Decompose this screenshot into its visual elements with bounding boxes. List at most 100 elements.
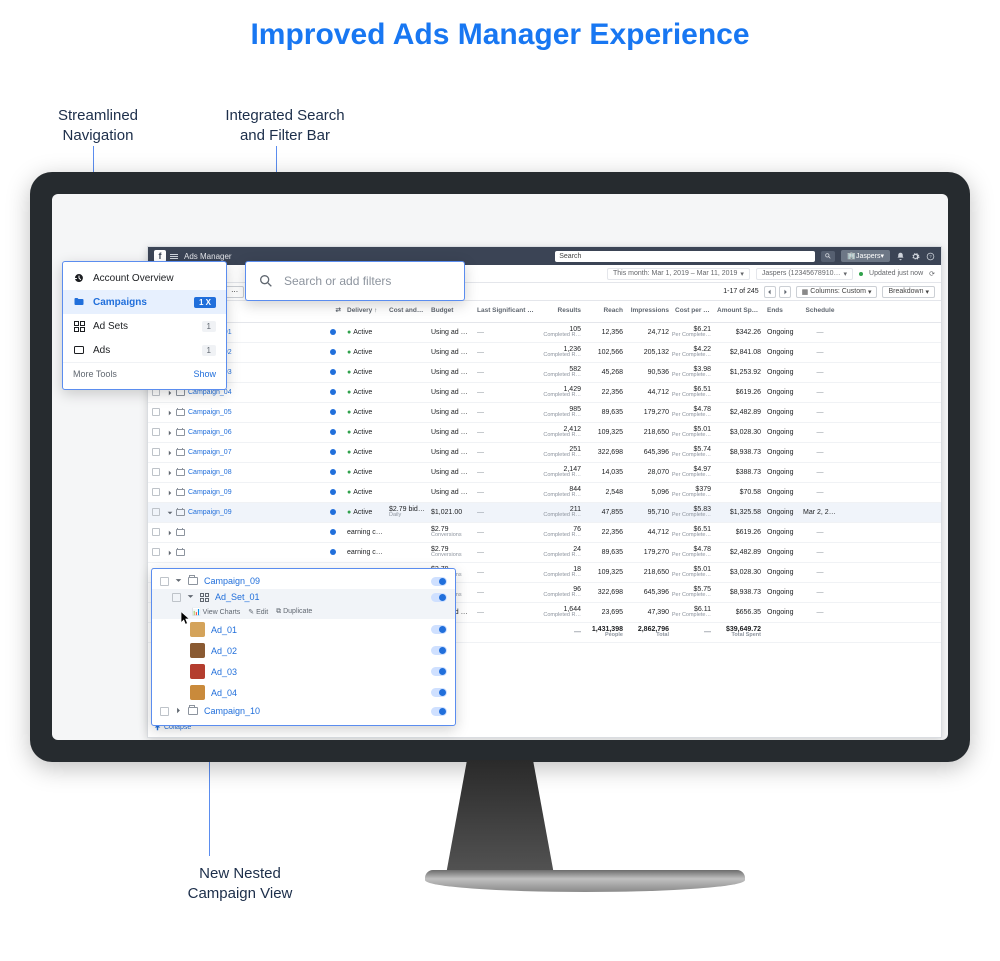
campaign-name[interactable]: Campaign_10 [204, 706, 260, 716]
status-toggle[interactable] [330, 369, 336, 375]
campaign-name-link[interactable]: Campaign_08 [188, 469, 232, 476]
status-toggle[interactable] [431, 707, 447, 716]
settings-gear-icon[interactable] [911, 252, 920, 261]
col-schedule[interactable]: Schedule [800, 306, 840, 317]
table-row[interactable]: Campaign_08 ●Active Using ad s… — 2,147C… [148, 463, 941, 483]
sidebar-show-link[interactable]: Show [193, 369, 216, 379]
row-checkbox[interactable] [152, 448, 160, 456]
status-toggle[interactable] [330, 409, 336, 415]
status-toggle[interactable] [431, 667, 447, 676]
row-checkbox[interactable] [152, 548, 160, 556]
status-toggle[interactable] [330, 329, 336, 335]
table-row[interactable]: Campaign_05 ●Active Using ad s… — 985Com… [148, 403, 941, 423]
menu-icon[interactable] [170, 254, 178, 259]
nested-adset-row[interactable]: Ad_Set_01 📊 View Charts ✎ Edit ⧉ Duplica… [152, 589, 455, 619]
col-reach[interactable]: Reach [584, 306, 626, 317]
col-last-edit[interactable]: Last Significant Edit [474, 306, 538, 317]
breakdown-dropdown[interactable]: Breakdown ▾ [882, 286, 935, 298]
nested-ad-row[interactable]: Ad_03 [152, 661, 455, 682]
chevron-down-icon[interactable] [167, 510, 173, 516]
ad-name[interactable]: Ad_04 [211, 688, 237, 698]
table-row[interactable]: earning complete $2.79Conversions — 76Co… [148, 523, 941, 543]
status-toggle[interactable] [330, 429, 336, 435]
edit-link[interactable]: ✎ Edit [248, 608, 268, 616]
ad-name[interactable]: Ad_02 [211, 646, 237, 656]
campaign-name-link[interactable]: Campaign_09 [188, 509, 232, 516]
table-row[interactable]: Campaign_09 ●Active $2.79 bid capDaily $… [148, 503, 941, 523]
status-toggle[interactable] [431, 593, 447, 602]
chevron-right-icon[interactable] [175, 706, 182, 716]
status-toggle[interactable] [330, 349, 336, 355]
status-toggle[interactable] [330, 549, 336, 555]
status-toggle[interactable] [431, 625, 447, 634]
col-impressions[interactable]: Impressions [626, 306, 672, 317]
campaign-name[interactable]: Campaign_09 [204, 576, 260, 586]
campaign-name-link[interactable]: Campaign_05 [188, 409, 232, 416]
search-submit-button[interactable] [821, 251, 835, 262]
columns-dropdown[interactable]: ▦ Columns: Custom ▾ [796, 286, 878, 298]
chevron-right-icon[interactable] [167, 470, 173, 476]
nested-ad-row[interactable]: Ad_04 [152, 682, 455, 703]
sidebar-adsets[interactable]: Ad Sets 1 [63, 314, 226, 338]
adset-name[interactable]: Ad_Set_01 [215, 592, 260, 602]
status-toggle[interactable] [330, 529, 336, 535]
sidebar-campaigns[interactable]: Campaigns 1 X [63, 290, 226, 314]
global-search-input[interactable]: Search [555, 251, 815, 262]
date-range-picker[interactable]: This month: Mar 1, 2019 – Mar 11, 2019 ▾ [607, 268, 750, 280]
row-checkbox[interactable] [160, 577, 169, 586]
duplicate-link[interactable]: ⧉ Duplicate [276, 608, 312, 616]
table-row[interactable]: Campaign_09 ●Active Using ad s… — 844Com… [148, 483, 941, 503]
row-checkbox[interactable] [160, 707, 169, 716]
table-row[interactable]: Campaign_07 ●Active Using ad s… — 251Com… [148, 443, 941, 463]
col-delivery[interactable]: Delivery ↑ [344, 306, 386, 317]
row-checkbox[interactable] [172, 593, 181, 602]
col-ends[interactable]: Ends [764, 306, 800, 317]
status-toggle[interactable] [330, 489, 336, 495]
status-toggle[interactable] [431, 646, 447, 655]
row-checkbox[interactable] [152, 408, 160, 416]
nested-campaign-row[interactable]: Campaign_09 [152, 573, 455, 589]
chevron-right-icon[interactable] [167, 550, 173, 556]
campaign-name-link[interactable]: Campaign_06 [188, 429, 232, 436]
chevron-right-icon[interactable] [167, 530, 173, 536]
ad-name[interactable]: Ad_01 [211, 625, 237, 635]
chevron-right-icon[interactable] [167, 490, 173, 496]
row-checkbox[interactable] [152, 528, 160, 536]
chevron-right-icon[interactable] [167, 430, 173, 436]
row-checkbox[interactable] [152, 468, 160, 476]
search-filter-bar[interactable]: Search or add filters [245, 261, 465, 301]
table-row[interactable]: Campaign_03 ●Active Using ad s… — 582Com… [148, 363, 941, 383]
more-actions-button[interactable]: ⋯ [225, 286, 244, 298]
col-budget[interactable]: Budget [428, 306, 474, 317]
col-cpr[interactable]: Cost per Result [672, 306, 714, 317]
pager-prev-button[interactable] [764, 286, 776, 298]
sidebar-badge[interactable]: 1 X [194, 297, 216, 308]
row-checkbox[interactable] [152, 428, 160, 436]
status-toggle[interactable] [431, 688, 447, 697]
campaign-name-link[interactable]: Campaign_07 [188, 449, 232, 456]
status-toggle[interactable] [330, 389, 336, 395]
campaign-name-link[interactable]: Campaign_04 [188, 389, 232, 396]
table-row[interactable]: Campaign_01 ●Active Using ad s… — 105Com… [148, 323, 941, 343]
table-row[interactable]: Campaign_02 ●Active Using ad s… — 1,236C… [148, 343, 941, 363]
chevron-right-icon[interactable] [167, 450, 173, 456]
chevron-right-icon[interactable] [167, 390, 173, 396]
col-results[interactable]: Results [538, 306, 584, 317]
sidebar-ads[interactable]: Ads 1 [63, 338, 226, 362]
view-charts-link[interactable]: 📊 View Charts [192, 608, 240, 616]
table-row[interactable]: Campaign_04 ●Active Using ad s… — 1,429C… [148, 383, 941, 403]
help-icon[interactable]: ? [926, 252, 935, 261]
col-cost-roas[interactable]: Cost and ROAS Controls [386, 306, 428, 317]
pager-next-button[interactable] [779, 286, 791, 298]
row-checkbox[interactable] [152, 488, 160, 496]
chevron-down-icon[interactable] [175, 576, 182, 586]
refresh-icon[interactable]: ⟳ [929, 270, 935, 278]
account-switcher[interactable]: 🏢 Jaspers ▾ [841, 250, 890, 262]
status-toggle[interactable] [330, 509, 336, 515]
nested-campaign-row[interactable]: Campaign_10 [152, 703, 455, 719]
col-toggle[interactable]: ⇄ [322, 306, 344, 317]
row-checkbox[interactable] [152, 508, 160, 516]
account-picker[interactable]: Jaspers (12345678910… ▾ [756, 268, 853, 280]
nested-ad-row[interactable]: Ad_01 [152, 619, 455, 640]
chevron-down-icon[interactable] [187, 592, 194, 602]
